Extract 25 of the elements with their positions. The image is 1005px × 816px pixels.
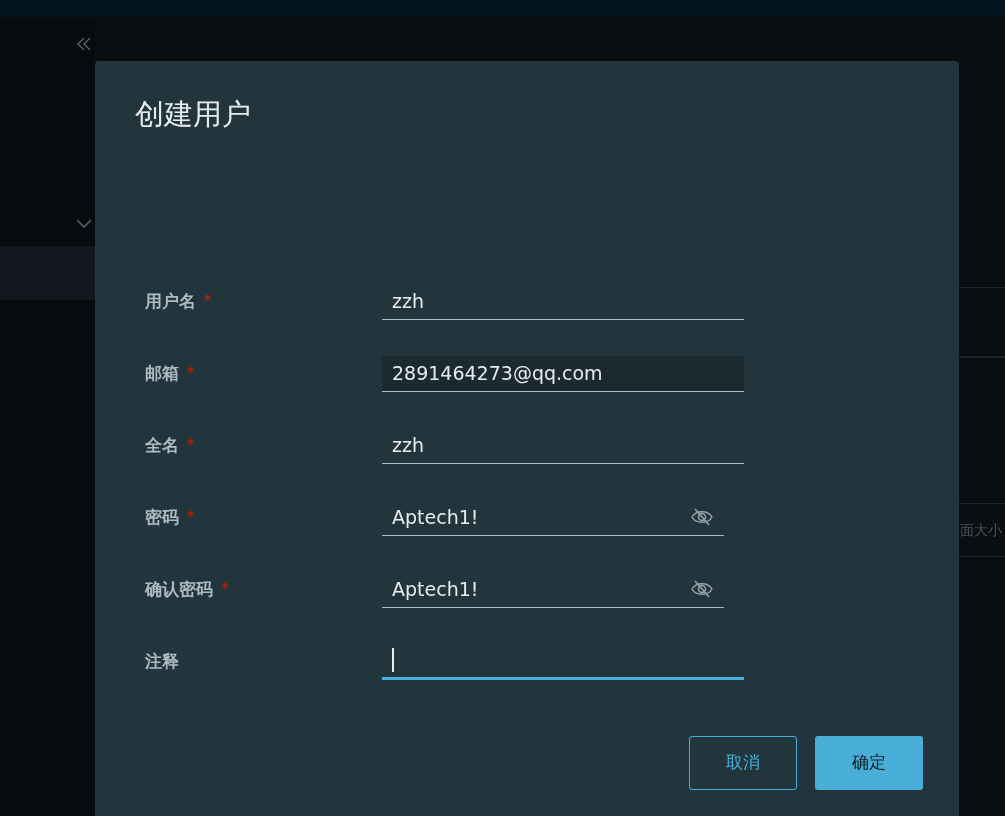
required-asterisk: * — [187, 435, 195, 457]
eye-off-icon[interactable] — [690, 579, 714, 599]
chevron-down-icon[interactable] — [76, 219, 92, 229]
input-field[interactable]: zzh — [382, 283, 744, 320]
field-label: 密码 — [145, 505, 179, 529]
required-asterisk: * — [221, 579, 229, 601]
dialog-title: 创建用户 — [135, 96, 252, 133]
field-label: 用户名 — [145, 289, 196, 313]
confirm-button[interactable]: 确定 — [815, 735, 923, 790]
double-chevron-left-icon[interactable] — [76, 36, 92, 52]
required-asterisk: * — [187, 507, 195, 529]
table-cell-text: 面大小 — [960, 520, 1002, 540]
required-asterisk: * — [187, 363, 195, 385]
cancel-button[interactable]: 取消 — [689, 735, 797, 790]
field-label: 全名 — [145, 433, 179, 457]
required-asterisk: * — [204, 291, 212, 313]
input-field[interactable]: zzh — [382, 427, 744, 464]
field-label: 邮箱 — [145, 361, 179, 385]
field-label: 注释 — [145, 649, 179, 673]
input-field[interactable]: 2891464273@qq.com — [382, 355, 744, 392]
eye-off-icon[interactable] — [690, 507, 714, 527]
text-cursor — [392, 648, 394, 672]
input-field[interactable]: Aptech1! — [382, 499, 724, 536]
field-label: 确认密码 — [145, 577, 213, 601]
input-field[interactable]: Aptech1! — [382, 571, 724, 608]
